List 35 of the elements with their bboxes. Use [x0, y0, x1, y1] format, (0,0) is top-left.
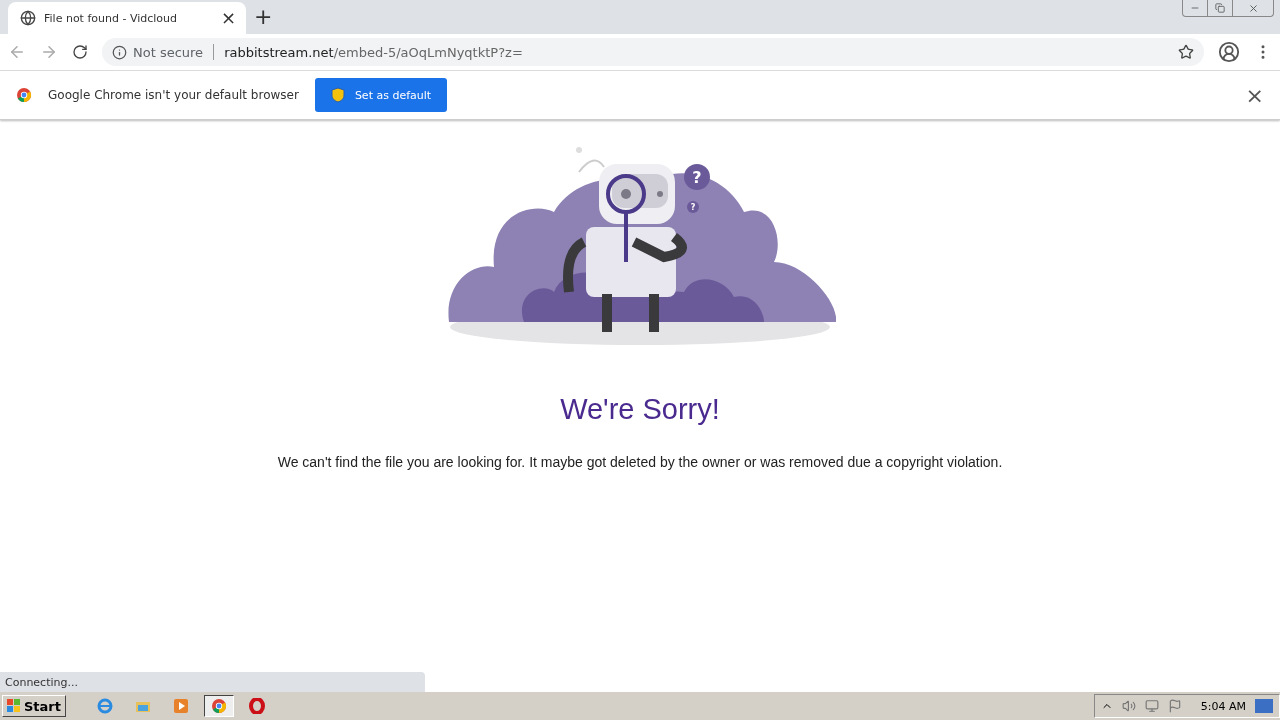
speaker-icon[interactable] [1121, 699, 1136, 713]
close-icon [1247, 2, 1259, 14]
reload-icon[interactable] [72, 44, 88, 60]
status-bubble: Connecting... [0, 672, 425, 692]
new-tab-button[interactable]: + [254, 6, 273, 28]
infobar-message: Google Chrome isn't your default browser [48, 88, 299, 102]
tab-close-button[interactable]: × [220, 9, 236, 27]
chrome-icon [211, 698, 227, 714]
tab-title: File not found - Vidcloud [44, 11, 178, 25]
error-message: We can't find the file you are looking for. It maybe got deleted by the owner or was removed due a copyright violation. [277, 454, 1003, 470]
bookmark-star-icon[interactable] [1178, 44, 1194, 60]
profile-icon[interactable] [1218, 41, 1240, 63]
info-icon [112, 44, 127, 60]
set-default-button[interactable]: Set as default [314, 78, 448, 112]
network-icon[interactable] [1144, 699, 1159, 713]
browser-e-icon [97, 698, 113, 714]
play-icon [173, 698, 189, 714]
globe-icon [20, 10, 36, 26]
windows-logo-icon [7, 699, 21, 713]
page-heading: We're Sorry! [560, 393, 720, 426]
url-text: rabbitstream.net/embed-5/aOqLmNyqtktP?z= [224, 44, 524, 60]
forward-icon[interactable] [40, 43, 58, 61]
security-label: Not secure [133, 44, 204, 60]
flag-icon[interactable] [1167, 699, 1182, 713]
browser-tab[interactable]: File not found - Vidcloud × [8, 2, 246, 34]
chrome-icon [16, 87, 32, 103]
taskbar-app[interactable] [204, 695, 234, 717]
start-button[interactable]: Start [2, 695, 66, 717]
infobar-close-button[interactable]: × [1245, 82, 1264, 108]
opera-icon [249, 698, 265, 714]
address-bar[interactable]: Not secure rabbitstream.net/embed-5/aOqLmNyqtktP?z= [102, 38, 1204, 66]
restore-icon [1215, 3, 1225, 13]
back-icon[interactable] [8, 43, 26, 61]
clock: 5:04 AM [1200, 699, 1246, 713]
shield-icon [330, 87, 345, 103]
